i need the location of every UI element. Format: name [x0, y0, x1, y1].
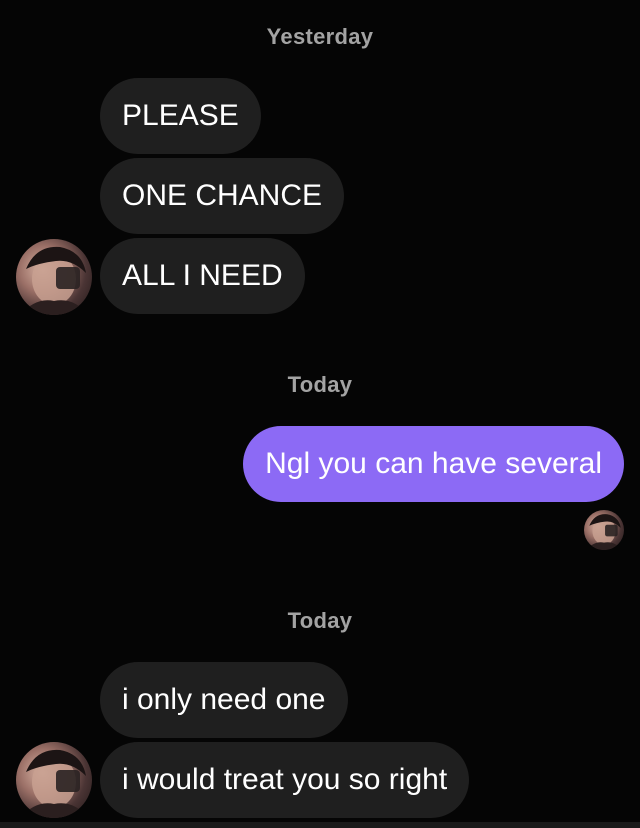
day-separator-yesterday: Yesterday: [266, 24, 374, 49]
contact-avatar-graphic: [20, 246, 88, 315]
message-bubble-incoming[interactable]: i would treat you so right: [100, 742, 470, 818]
contact-avatar-graphic: [20, 749, 88, 818]
message-bubble-incoming[interactable]: ONE CHANCE: [100, 158, 345, 234]
day-separator-today: Today: [287, 372, 353, 397]
day-separator-today: Today: [287, 608, 353, 633]
message-bubble-incoming[interactable]: i only need one: [100, 662, 348, 738]
contact-avatar-icon[interactable]: [16, 239, 92, 315]
message-bubble-incoming[interactable]: PLEASE: [100, 78, 261, 154]
contact-avatar-icon[interactable]: [16, 742, 92, 818]
message-bubble-outgoing[interactable]: Ngl you can have several: [243, 426, 624, 502]
message-bubble-incoming[interactable]: ALL I NEED: [100, 238, 305, 314]
bottom-edge-bar: [0, 822, 640, 828]
seen-avatar-icon: [584, 510, 624, 550]
seen-avatar-graphic: [586, 514, 622, 550]
